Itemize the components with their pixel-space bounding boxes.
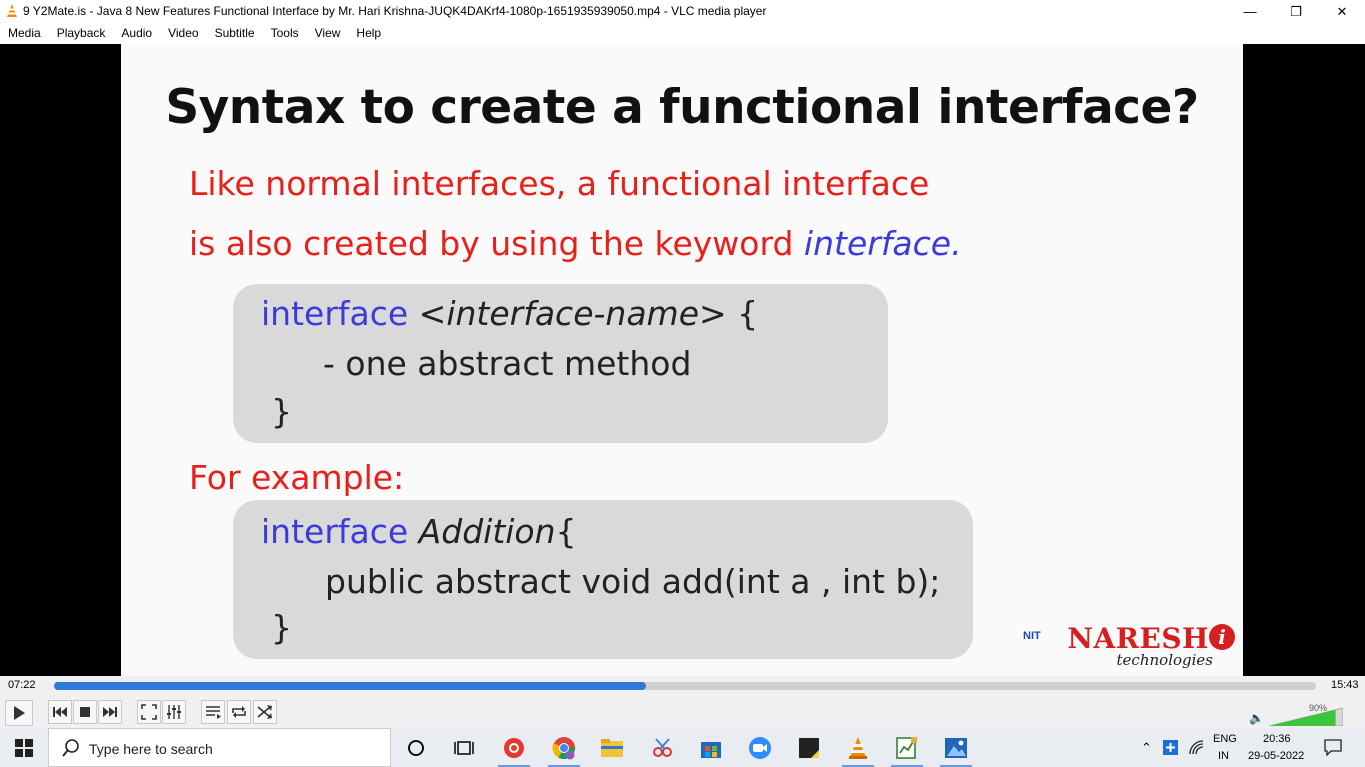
slide-frame: Syntax to create a functional interface?… — [121, 44, 1243, 676]
record-app-icon[interactable] — [500, 734, 528, 762]
logo-sub: technologies — [1116, 651, 1213, 669]
naresh-logo: NIT NARESH i technologies — [1023, 622, 1235, 670]
task-view-icon[interactable] — [450, 734, 478, 762]
loop-icon — [232, 706, 246, 718]
photos-icon[interactable] — [942, 734, 970, 762]
windows-logo-icon — [15, 738, 33, 757]
skip-back-icon — [53, 707, 67, 717]
syntax-keyword: interface — [261, 294, 409, 333]
close-button[interactable]: ✕ — [1319, 0, 1365, 23]
menu-video[interactable]: Video — [160, 23, 206, 44]
example-keyword: interface — [261, 512, 409, 551]
chrome-icon[interactable] — [550, 734, 578, 762]
play-button[interactable] — [5, 700, 33, 726]
example-brace-open: { — [555, 512, 577, 551]
volume-slider[interactable] — [1269, 708, 1343, 726]
seek-slider[interactable] — [54, 682, 1316, 690]
volume-control[interactable]: 🔈 90% — [1249, 699, 1359, 727]
vlc-taskbar-icon[interactable] — [844, 734, 872, 762]
playlist-button[interactable] — [201, 700, 225, 724]
skip-forward-icon — [103, 707, 117, 717]
syntax-line-1: interface <interface-name> { — [261, 294, 758, 333]
example-brace-close: } — [271, 608, 292, 647]
menu-playback[interactable]: Playback — [49, 23, 114, 44]
slide-line-1: Like normal interfaces, a functional int… — [189, 164, 930, 203]
line-2-text: is also created by using the keyword — [189, 224, 804, 263]
example-line-1: interface Addition{ — [261, 512, 577, 551]
extended-settings-button[interactable] — [162, 700, 186, 724]
cortana-icon[interactable] — [402, 734, 430, 762]
menu-help[interactable]: Help — [348, 23, 389, 44]
seek-bar-row: 07:22 15:43 — [0, 676, 1365, 697]
example-name: Addition — [408, 512, 556, 551]
line-2-keyword: interface. — [803, 224, 962, 263]
video-area[interactable]: Syntax to create a functional interface?… — [0, 44, 1365, 676]
windows-taskbar: Type here to search ⌃ ENG IN 20:36 29-05… — [0, 728, 1365, 767]
wifi-icon[interactable] — [1189, 740, 1205, 755]
syntax-name: <interface-name> — [408, 294, 727, 333]
stop-button[interactable] — [73, 700, 97, 724]
slide-title: Syntax to create a functional interface? — [165, 80, 1199, 135]
menu-media[interactable]: Media — [0, 23, 49, 44]
playlist-icon — [206, 706, 221, 719]
region-code[interactable]: IN — [1218, 750, 1229, 762]
example-label: For example: — [189, 458, 405, 497]
menu-audio[interactable]: Audio — [113, 23, 160, 44]
notepad-chart-icon[interactable] — [893, 734, 921, 762]
title-bar: 9 Y2Mate.is - Java 8 New Features Functi… — [0, 0, 1365, 23]
minimize-button[interactable]: — — [1227, 0, 1273, 23]
maximize-button[interactable]: ❐ — [1273, 0, 1319, 23]
plus-tray-icon[interactable] — [1163, 740, 1178, 755]
elapsed-time: 07:22 — [8, 679, 36, 691]
speaker-icon[interactable]: 🔈 — [1249, 711, 1264, 725]
logo-i: i — [1209, 624, 1235, 650]
total-time: 15:43 — [1331, 679, 1359, 691]
syntax-body: - one abstract method — [323, 344, 692, 383]
notifications-icon[interactable] — [1324, 739, 1342, 756]
show-hidden-icons-chevron-icon[interactable]: ⌃ — [1141, 740, 1152, 756]
logo-mark: NIT — [1023, 630, 1041, 642]
player-controls: 🔈 90% — [0, 697, 1365, 728]
taskbar-search-box[interactable]: Type here to search — [48, 728, 391, 767]
microsoft-store-icon[interactable] — [697, 734, 725, 762]
menu-view[interactable]: View — [307, 23, 349, 44]
play-icon — [14, 706, 25, 720]
next-button[interactable] — [98, 700, 122, 724]
example-body: public abstract void add(int a , int b); — [325, 562, 941, 601]
equalizer-icon — [167, 705, 181, 719]
seek-progress-fill — [54, 682, 646, 690]
previous-button[interactable] — [48, 700, 72, 724]
search-placeholder: Type here to search — [89, 741, 213, 757]
syntax-brace-close: } — [271, 392, 292, 431]
slide-line-2: is also created by using the keyword int… — [189, 224, 962, 263]
language-code[interactable]: ENG — [1213, 733, 1237, 745]
shuffle-button[interactable] — [253, 700, 277, 724]
clock-time[interactable]: 20:36 — [1263, 733, 1291, 745]
start-button[interactable] — [0, 728, 48, 767]
menu-tools[interactable]: Tools — [263, 23, 307, 44]
snipping-tool-icon[interactable] — [648, 734, 676, 762]
fullscreen-button[interactable] — [137, 700, 161, 724]
file-explorer-icon[interactable] — [598, 734, 626, 762]
syntax-brace-open: { — [726, 294, 759, 333]
window-title: 9 Y2Mate.is - Java 8 New Features Functi… — [23, 4, 767, 18]
menu-bar: Media Playback Audio Video Subtitle Tool… — [0, 23, 1365, 44]
code-box-example: interface Addition{ public abstract void… — [233, 500, 973, 659]
zoom-icon[interactable] — [746, 734, 774, 762]
sticky-notes-icon[interactable] — [795, 734, 823, 762]
menu-subtitle[interactable]: Subtitle — [207, 23, 263, 44]
vlc-cone-icon — [7, 4, 17, 17]
loop-button[interactable] — [227, 700, 251, 724]
shuffle-icon — [257, 705, 272, 719]
stop-icon — [80, 707, 90, 717]
code-box-syntax: interface <interface-name> { - one abstr… — [233, 284, 888, 443]
search-icon — [62, 739, 79, 757]
fullscreen-icon — [141, 704, 157, 720]
clock-date[interactable]: 29-05-2022 — [1248, 750, 1304, 762]
